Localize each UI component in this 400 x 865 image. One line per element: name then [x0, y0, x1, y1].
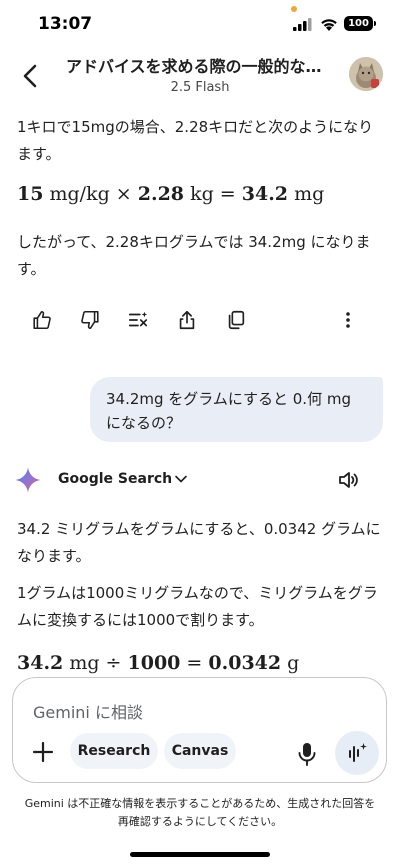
- modify-response-icon[interactable]: [124, 306, 152, 334]
- tool-label[interactable]: Google Search: [58, 471, 172, 487]
- model-selector[interactable]: 2.5 Flash: [66, 80, 334, 95]
- speaker-icon[interactable]: [336, 468, 360, 492]
- share-icon[interactable]: [173, 306, 201, 334]
- math-unit: kg =: [184, 183, 242, 205]
- live-waveform-icon: [349, 743, 367, 762]
- live-mode-button[interactable]: [335, 731, 379, 775]
- microphone-icon[interactable]: [297, 742, 317, 766]
- chat-header: アドバイスを求める際の一般的な… 2.5 Flash: [0, 50, 400, 106]
- math-term: 2.28: [137, 183, 185, 205]
- math-operator: =: [180, 652, 209, 674]
- math-term: 34.2: [17, 652, 64, 674]
- math-unit: g: [281, 652, 300, 674]
- avatar[interactable]: [349, 57, 383, 91]
- prompt-input[interactable]: Gemini に相談: [33, 699, 143, 723]
- user-message: 34.2mg をグラムにすると 0.何 mg になるの？: [90, 377, 383, 442]
- plus-icon[interactable]: [30, 739, 56, 765]
- research-chip[interactable]: Research: [70, 733, 158, 769]
- status-time: 13:07: [38, 14, 93, 34]
- copy-icon[interactable]: [222, 306, 250, 334]
- battery-tip: [374, 21, 376, 26]
- chevron-down-icon[interactable]: [174, 472, 188, 486]
- math-equation: 15 mg/kg × 2.28 kg = 34.2 mg: [17, 183, 324, 205]
- math-term: 34.2: [241, 183, 289, 205]
- math-term: 0.0342: [208, 652, 282, 674]
- status-bar: 13:07 100: [0, 0, 400, 50]
- math-unit: mg/kg ×: [43, 183, 138, 205]
- prompt-composer: Gemini に相談 Research Canvas: [12, 677, 387, 783]
- battery-level: 100: [344, 16, 373, 31]
- cellular-signal-icon: [293, 18, 312, 31]
- tool-usage-row: Google Search: [0, 462, 400, 498]
- privacy-indicator-dot: [291, 6, 297, 12]
- math-term: 1000: [127, 652, 181, 674]
- math-unit: mg: [288, 183, 325, 205]
- response-paragraph: 1キロで15mgの場合、2.28キロだと次のようになります。: [17, 118, 374, 163]
- response-paragraph: 1グラムは1000ミリグラムなので、ミリグラムをグラムに変換するには1000で割…: [17, 584, 378, 629]
- math-unit: mg ÷: [63, 652, 128, 674]
- chat-title[interactable]: アドバイスを求める際の一般的な…: [66, 53, 334, 77]
- math-term: 15: [17, 183, 44, 205]
- gemini-sparkle-icon: [15, 467, 41, 493]
- response-paragraph: したがって、2.28キログラムでは 34.2mg になります。: [17, 233, 371, 278]
- disclaimer-text: Gemini は不正確な情報を表示することがあるため、生成された回答を再確認する…: [24, 797, 376, 828]
- home-indicator[interactable]: [130, 852, 270, 857]
- thumbs-up-icon[interactable]: [28, 306, 56, 334]
- back-arrow-icon[interactable]: [18, 62, 42, 90]
- thumbs-down-icon[interactable]: [76, 306, 104, 334]
- wifi-icon: [321, 19, 337, 31]
- canvas-chip[interactable]: Canvas: [164, 733, 236, 769]
- math-equation: 34.2 mg ÷ 1000 = 0.0342 g: [17, 652, 299, 674]
- more-icon[interactable]: [334, 306, 362, 334]
- response-actions: [20, 306, 370, 336]
- response-paragraph: 34.2 ミリグラムをグラムにすると、0.0342 グラムになります。: [17, 520, 381, 565]
